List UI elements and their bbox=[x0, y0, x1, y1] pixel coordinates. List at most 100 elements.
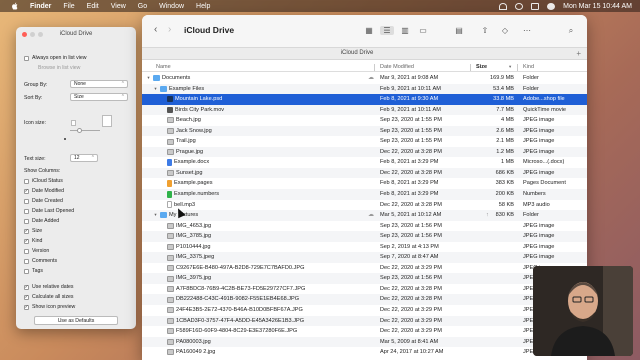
column-checkbox[interactable] bbox=[24, 188, 29, 194]
column-option-date-added[interactable]: Date Added bbox=[24, 218, 59, 224]
menu-help[interactable]: Help bbox=[196, 3, 210, 10]
table-row[interactable]: IMG_4653.jpg Sep 23, 2020 at 1:56 PM JPEG … bbox=[142, 221, 587, 232]
use-as-defaults-button[interactable]: Use as Defaults bbox=[34, 316, 118, 325]
column-checkbox[interactable] bbox=[24, 178, 29, 184]
table-row[interactable]: Example.docx Feb 8, 2021 at 3:29 PM 1 MB Mi… bbox=[142, 157, 587, 168]
add-tab-icon[interactable]: + bbox=[576, 49, 581, 58]
table-row[interactable]: PA080003.jpgMar 5, 2009 at 8:41 AMJPEG i… bbox=[142, 336, 587, 348]
column-checkbox[interactable] bbox=[24, 198, 29, 204]
table-row[interactable]: ▾ Example Files Feb 9, 2021 at 10:11 AM 53.… bbox=[142, 83, 587, 95]
table-row[interactable]: C9267E6E-B480-497A-B2D8-729E7C7BAFD0.JPG… bbox=[142, 263, 587, 274]
browse-option[interactable]: Browse in list view bbox=[38, 65, 80, 71]
menu-file[interactable]: File bbox=[63, 3, 74, 10]
kind-cell: Folder bbox=[523, 212, 539, 219]
column-option-kind[interactable]: Kind bbox=[24, 238, 42, 244]
table-row[interactable]: Sunset.jpg Dec 22, 2020 at 3:28 PM 686 KB J… bbox=[142, 167, 587, 179]
column-checkbox[interactable] bbox=[24, 248, 29, 254]
option-icon-preview[interactable]: Show icon preview bbox=[24, 304, 75, 310]
table-row[interactable]: Trail.jpg Sep 23, 2020 at 1:55 PM 2.1 MB JP… bbox=[142, 136, 587, 147]
disclosure-triangle-icon[interactable]: ▾ bbox=[146, 73, 151, 84]
icon-size-knob[interactable] bbox=[77, 128, 82, 133]
table-row[interactable]: bell.mp3 Dec 22, 2020 at 3:28 PM 58 KB MP3 … bbox=[142, 200, 587, 211]
table-row[interactable]: F589F16D-60F9-4804-8C29-E3E37280F6E.JPG D… bbox=[142, 326, 587, 337]
table-row[interactable]: ▾ Documents ☁ Mar 9, 2021 at 9:08 AM 169.9 M… bbox=[142, 73, 587, 84]
header-kind[interactable]: Kind bbox=[523, 64, 534, 70]
header-divider[interactable] bbox=[517, 64, 518, 71]
table-row[interactable]: Beach.jpg Sep 23, 2020 at 1:55 PM 4 MB JPEG… bbox=[142, 115, 587, 126]
table-row[interactable]: Prague.jpg Dec 22, 2020 at 3:28 PM 1.2 MB J… bbox=[142, 146, 587, 158]
column-checkbox[interactable] bbox=[24, 258, 29, 264]
option-checkbox[interactable] bbox=[24, 284, 29, 290]
search-icon[interactable] bbox=[515, 2, 524, 10]
disclosure-triangle-icon[interactable]: ▾ bbox=[153, 84, 158, 95]
sort-by-select[interactable]: Size bbox=[70, 93, 128, 102]
image-icon bbox=[167, 254, 174, 261]
table-row[interactable]: Jack Snow.jpg Sep 23, 2020 at 1:55 PM 2.6 … bbox=[142, 125, 587, 137]
list-view-icon[interactable]: ☰ bbox=[380, 26, 394, 35]
column-option-comments[interactable]: Comments bbox=[24, 258, 57, 264]
option-calculate-sizes[interactable]: Calculate all sizes bbox=[24, 294, 74, 300]
table-row[interactable]: DB222488-C43C-491B-9082-F55E1EB4E68.JPG D… bbox=[142, 294, 587, 306]
column-view-icon[interactable]: ▥ bbox=[400, 26, 410, 35]
menu-edit[interactable]: Edit bbox=[87, 3, 99, 10]
menu-finder[interactable]: Finder bbox=[30, 3, 51, 10]
text-size-select[interactable]: 12 bbox=[70, 154, 98, 163]
column-option-size[interactable]: Size bbox=[24, 228, 42, 234]
more-actions-icon[interactable]: ⋯ bbox=[522, 26, 532, 35]
table-row[interactable]: Example.numbers Feb 8, 2021 at 3:29 PM 200… bbox=[142, 189, 587, 200]
table-row[interactable]: Example.pages Feb 8, 2021 at 3:29 PM 383 K… bbox=[142, 178, 587, 189]
control-center-icon[interactable] bbox=[531, 2, 540, 10]
group-icon[interactable]: ▤ bbox=[454, 26, 464, 35]
column-checkbox[interactable] bbox=[24, 208, 29, 214]
icon-view-icon[interactable]: ▦ bbox=[364, 26, 374, 35]
column-checkbox[interactable] bbox=[24, 228, 29, 234]
back-icon[interactable]: ‹ bbox=[154, 24, 157, 35]
column-option-date-created[interactable]: Date Created bbox=[24, 198, 63, 204]
option-checkbox[interactable] bbox=[24, 304, 29, 310]
menu-window[interactable]: Window bbox=[159, 3, 184, 10]
table-row[interactable]: 1CBAD3F0-3757-47F4-A5DD-E45A3426E1B3.JPG… bbox=[142, 315, 587, 327]
column-checkbox[interactable] bbox=[24, 238, 29, 244]
table-row[interactable]: Mountain Lake.psd Feb 8, 2021 at 9:30 AM 3… bbox=[142, 94, 587, 105]
icon-size-slider[interactable] bbox=[70, 130, 100, 131]
column-option-icloud-status[interactable]: iCloud Status bbox=[24, 178, 63, 184]
table-row[interactable]: IMG_3375.jpeg Sep 7, 2020 at 8:47 AM JPEG … bbox=[142, 252, 587, 263]
header-size[interactable]: Size bbox=[476, 64, 487, 70]
menu-go[interactable]: Go bbox=[138, 3, 147, 10]
column-option-date-last-opened[interactable]: Date Last Opened bbox=[24, 208, 74, 214]
table-row[interactable]: PA160049 2.jpg Apr 24, 2017 at 10:27 AM JP… bbox=[142, 347, 587, 358]
column-option-tags[interactable]: Tags bbox=[24, 268, 43, 274]
share-icon[interactable]: ⇧ bbox=[480, 26, 490, 35]
table-row[interactable]: P1010444.jpg Sep 2, 2019 at 4:13 PM JPEG i… bbox=[142, 242, 587, 253]
group-by-select[interactable]: None bbox=[70, 80, 128, 89]
column-option-date-modified[interactable]: Date Modified bbox=[24, 188, 64, 194]
menu-view[interactable]: View bbox=[111, 3, 126, 10]
table-row[interactable]: IMG_3785.jpg Sep 23, 2020 at 1:56 PM JPEG … bbox=[142, 231, 587, 242]
header-name[interactable]: Name bbox=[156, 64, 171, 70]
table-row[interactable]: 24F4E3B5-2E72-4370-B46A-B10D0BFBF67A.JPG… bbox=[142, 305, 587, 316]
wifi-icon[interactable] bbox=[499, 2, 508, 10]
table-row[interactable]: A7F8BDC8-76B9-4C2B-BE73-FD5E29727CF7.JPG… bbox=[142, 284, 587, 295]
table-row[interactable]: ▾ My Pictures ☁ Mar 5, 2021 at 10:12 AM ↑ 830… bbox=[142, 210, 587, 221]
option-relative-dates[interactable]: Use relative dates bbox=[24, 284, 74, 290]
column-option-version[interactable]: Version bbox=[24, 248, 49, 254]
file-name: DB222488-C43C-491B-9082-F55E1EB4E68.JPG bbox=[176, 296, 300, 303]
table-row[interactable]: Birds City Park.mov Feb 9, 2021 at 10:11 … bbox=[142, 104, 587, 116]
header-divider[interactable] bbox=[374, 64, 375, 71]
table-row[interactable]: IMG_3975.jpg Sep 23, 2020 at 1:56 PM JPEG … bbox=[142, 273, 587, 284]
tag-icon[interactable]: ◇ bbox=[500, 26, 510, 35]
always-open-checkbox[interactable] bbox=[24, 55, 29, 61]
column-checkbox[interactable] bbox=[24, 268, 29, 274]
forward-icon[interactable]: › bbox=[168, 24, 171, 35]
header-divider[interactable] bbox=[470, 64, 471, 71]
header-date-modified[interactable]: Date Modified bbox=[380, 64, 414, 70]
option-checkbox[interactable] bbox=[24, 294, 29, 300]
apple-icon[interactable] bbox=[10, 2, 20, 10]
siri-icon[interactable] bbox=[547, 2, 556, 10]
always-open-option[interactable]: Always open in list view bbox=[24, 55, 87, 61]
disclosure-triangle-icon[interactable]: ▾ bbox=[153, 210, 158, 221]
clock[interactable]: Mon Mar 15 10:44 AM bbox=[563, 3, 632, 10]
column-checkbox[interactable] bbox=[24, 218, 29, 224]
toolbar-search-icon[interactable]: ⌕ bbox=[566, 26, 576, 35]
gallery-view-icon[interactable]: ▭ bbox=[418, 26, 428, 35]
